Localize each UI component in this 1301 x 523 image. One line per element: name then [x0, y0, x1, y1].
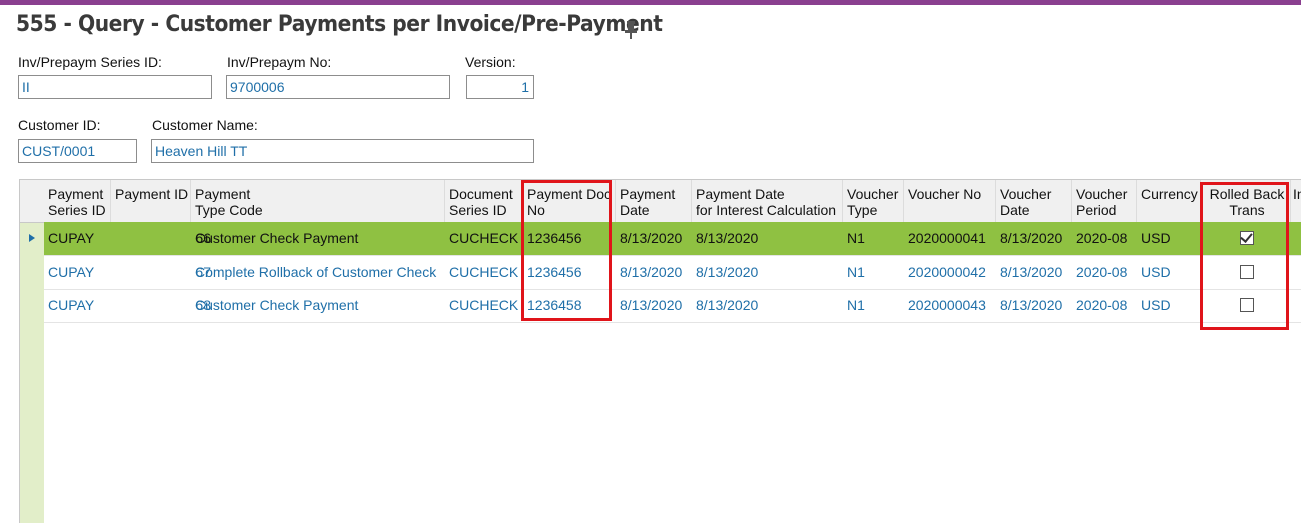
- cell-voucher-no: 2020000043: [908, 297, 986, 313]
- page-title: 555 - Query - Customer Payments per Invo…: [16, 12, 663, 37]
- table-row[interactable]: CUPAY 67 Complete Rollback of Customer C…: [44, 256, 1301, 290]
- cell-payment-series: CUPAY: [48, 230, 95, 246]
- cell-currency: USD: [1141, 264, 1171, 280]
- cell-voucher-period: 2020-08: [1076, 230, 1128, 246]
- col-header-document-series[interactable]: Document Series ID: [449, 186, 513, 218]
- cell-voucher-date: 8/13/2020: [1000, 264, 1063, 280]
- col-header-payment-date[interactable]: Payment Date: [620, 186, 675, 218]
- col-header-interest-date[interactable]: Payment Date for Interest Calculation: [696, 186, 836, 218]
- cell-payment-series: CUPAY: [48, 297, 95, 313]
- cell-currency: USD: [1141, 230, 1171, 246]
- cell-document-series: CUCHECK: [449, 264, 519, 280]
- col-header-payment-id[interactable]: Payment ID: [115, 186, 188, 202]
- cell-payment-type: Customer Check Payment: [195, 230, 359, 246]
- cell-payment-type: Complete Rollback of Customer Check: [195, 264, 437, 280]
- cell-payment-type: Customer Check Payment: [195, 297, 359, 313]
- col-header-currency[interactable]: Currency: [1141, 186, 1198, 202]
- cell-payment-date: 8/13/2020: [620, 264, 683, 280]
- col-header-voucher-period[interactable]: Voucher Period: [1076, 186, 1127, 218]
- cell-voucher-no: 2020000042: [908, 264, 986, 280]
- cell-voucher-no: 2020000041: [908, 230, 986, 246]
- cell-voucher-type: N1: [847, 264, 865, 280]
- col-header-voucher-date[interactable]: Voucher Date: [1000, 186, 1051, 218]
- version-field[interactable]: 1: [466, 75, 534, 99]
- series-id-field[interactable]: II: [18, 75, 212, 99]
- pin-icon[interactable]: [623, 20, 639, 40]
- invoice-number-label: Inv/Prepaym No:: [227, 54, 332, 70]
- cell-currency: USD: [1141, 297, 1171, 313]
- cell-voucher-date: 8/13/2020: [1000, 230, 1063, 246]
- cell-payment-date: 8/13/2020: [620, 230, 683, 246]
- customer-name-field[interactable]: Heaven Hill TT: [151, 139, 534, 163]
- highlight-box-payment-doc-no: [521, 180, 612, 321]
- row-selector-column: [20, 222, 44, 523]
- payments-grid: Payment Series ID Payment ID Payment Typ…: [19, 179, 1301, 523]
- col-header-in[interactable]: In: [1293, 186, 1301, 202]
- grid-header: Payment Series ID Payment ID Payment Typ…: [20, 180, 1301, 223]
- cell-document-series: CUCHECK: [449, 297, 519, 313]
- customer-id-field[interactable]: CUST/0001: [18, 139, 137, 163]
- highlight-box-rolled-back: [1200, 182, 1289, 330]
- cell-document-series: CUCHECK: [449, 230, 519, 246]
- col-header-payment-type[interactable]: Payment Type Code: [195, 186, 263, 218]
- cell-voucher-period: 2020-08: [1076, 297, 1128, 313]
- col-header-voucher-no[interactable]: Voucher No: [908, 186, 981, 202]
- cell-voucher-type: N1: [847, 230, 865, 246]
- customer-name-label: Customer Name:: [152, 117, 258, 133]
- top-accent-bar: [0, 0, 1301, 5]
- cell-payment-date: 8/13/2020: [620, 297, 683, 313]
- col-header-payment-series[interactable]: Payment Series ID: [48, 186, 106, 218]
- customer-id-label: Customer ID:: [18, 117, 101, 133]
- table-row[interactable]: CUPAY 68 Customer Check Payment CUCHECK …: [44, 289, 1301, 323]
- cell-interest-date: 8/13/2020: [696, 264, 759, 280]
- cell-voucher-type: N1: [847, 297, 865, 313]
- invoice-number-field[interactable]: 9700006: [226, 75, 450, 99]
- cell-payment-series: CUPAY: [48, 264, 95, 280]
- table-row[interactable]: CUPAY 66 Customer Check Payment CUCHECK …: [44, 222, 1301, 256]
- cell-interest-date: 8/13/2020: [696, 297, 759, 313]
- version-label: Version:: [465, 54, 516, 70]
- current-row-arrow-icon: [29, 234, 35, 242]
- cell-voucher-date: 8/13/2020: [1000, 297, 1063, 313]
- col-header-voucher-type[interactable]: Voucher Type: [847, 186, 898, 218]
- cell-voucher-period: 2020-08: [1076, 264, 1128, 280]
- cell-interest-date: 8/13/2020: [696, 230, 759, 246]
- series-id-label: Inv/Prepaym Series ID:: [18, 54, 162, 70]
